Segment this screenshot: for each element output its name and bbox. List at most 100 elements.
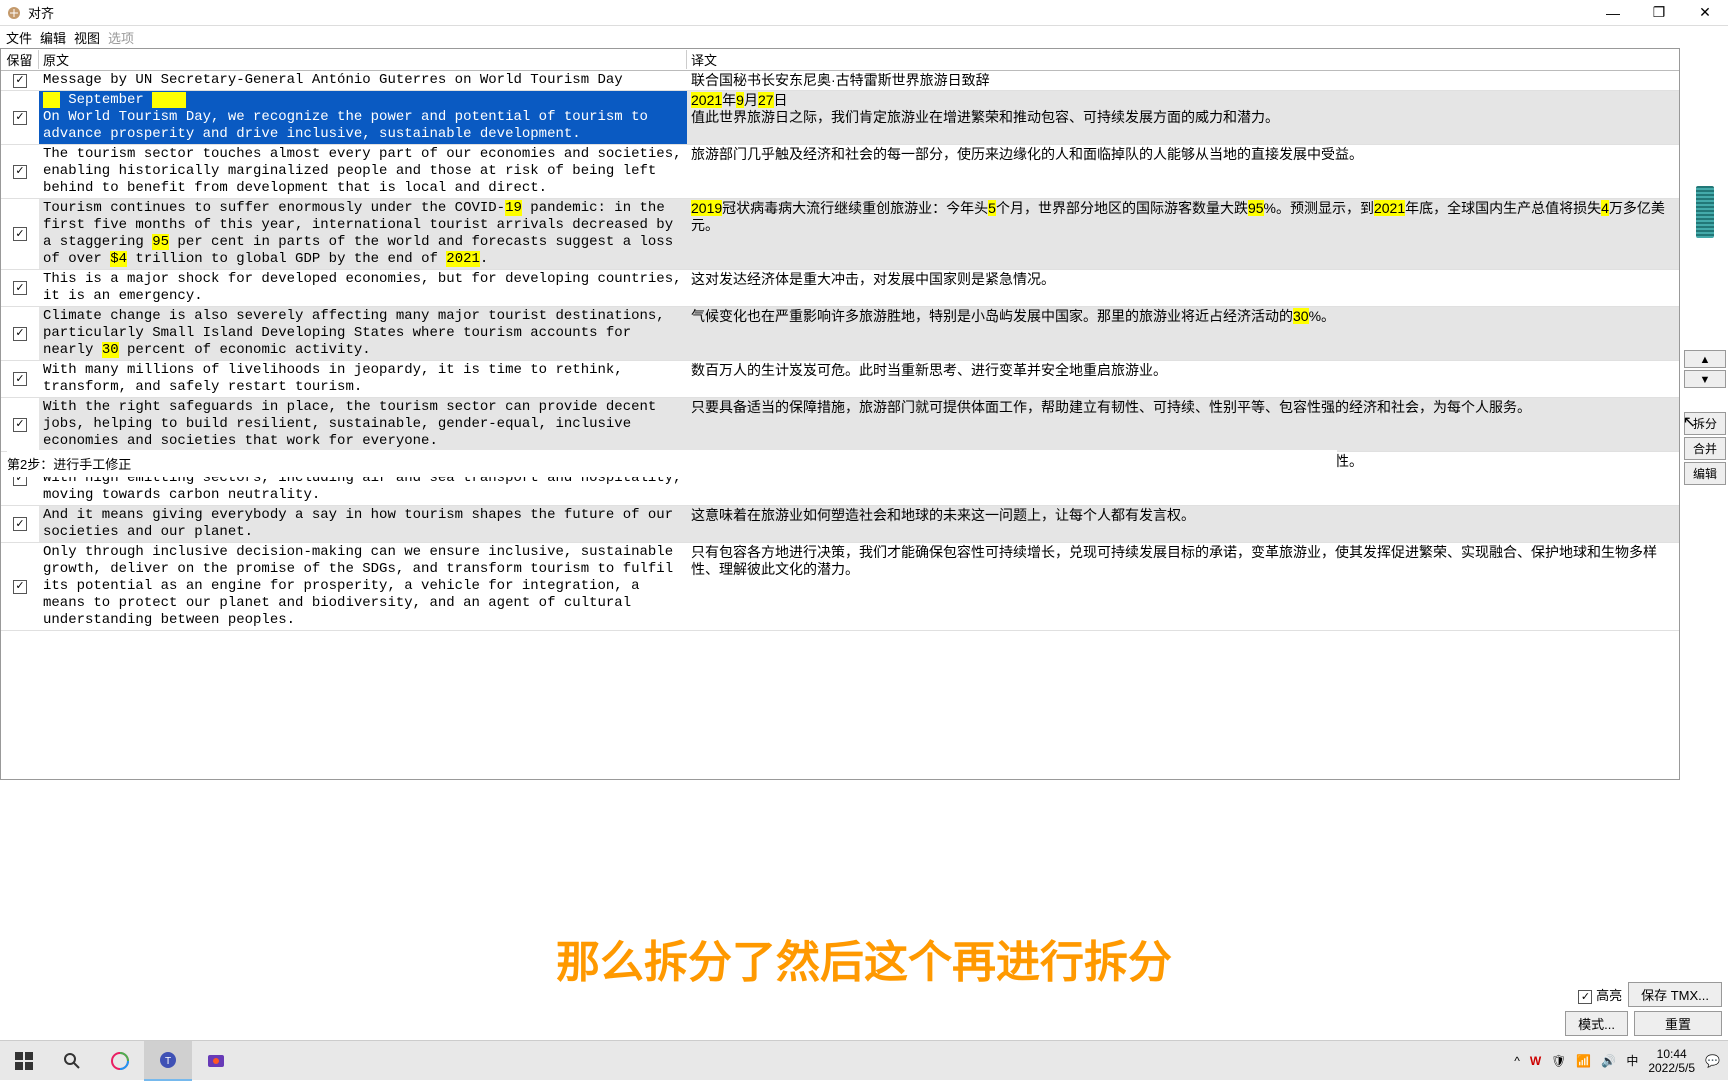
taskbar: T ^ W 🛡 📶 🔊 中 10:44 2022/5/5 💬 [0, 1040, 1728, 1080]
header-keep[interactable]: 保留 [1, 50, 39, 69]
highlight-span: 19 [505, 200, 522, 216]
source-cell[interactable]: Climate change is also severely affectin… [39, 307, 687, 360]
table-header: 保留 原文 译文 [1, 49, 1679, 71]
source-cell[interactable]: With many millions of livelihoods in jeo… [39, 361, 687, 397]
highlight-span: 27 [758, 92, 774, 108]
keep-checkbox[interactable]: ✓ [1, 398, 39, 451]
table-body: ✓Message by UN Secretary-General António… [1, 71, 1679, 779]
target-cell[interactable]: 这对发达经济体是重大冲击，对发展中国家则是紧急情况。 [687, 270, 1679, 306]
system-tray: ^ W 🛡 📶 🔊 中 10:44 2022/5/5 💬 [1514, 1047, 1728, 1075]
target-cell[interactable]: 气候变化也在严重影响许多旅游胜地，特别是小岛屿发展中国家。那里的旅游业将近占经济… [687, 307, 1679, 360]
bottom-controls: ✓ 高亮 保存 TMX... 模式... 重置 [1565, 982, 1722, 1036]
highlight-span: 2021 [691, 92, 722, 108]
taskbar-app-1[interactable] [96, 1041, 144, 1081]
svg-text:T: T [165, 1056, 171, 1067]
target-cell[interactable]: 这意味着在旅游业如何塑造社会和地球的未来这一问题上，让每个人都有发言权。 [687, 506, 1679, 542]
keep-checkbox[interactable]: ✓ [1, 543, 39, 630]
tray-wifi-icon[interactable]: 📶 [1576, 1054, 1591, 1068]
highlight-span: 95 [1248, 200, 1264, 216]
target-cell[interactable]: 只有包容各方地进行决策，我们才能确保包容性可持续增长，兑现可持续发展目标的承诺，… [687, 543, 1679, 630]
table-row[interactable]: ✓Only through inclusive decision-making … [1, 543, 1679, 631]
keep-checkbox[interactable]: ✓ [1, 307, 39, 360]
menu-file[interactable]: 文件 [4, 28, 34, 47]
maximize-button[interactable]: ❐ [1636, 0, 1682, 26]
menu-options[interactable]: 选项 [106, 28, 136, 47]
table-row[interactable]: ✓The tourism sector touches almost every… [1, 145, 1679, 199]
highlight-span [152, 92, 186, 108]
keep-checkbox[interactable]: ✓ [1, 199, 39, 269]
tray-notifications-icon[interactable]: 💬 [1705, 1054, 1720, 1068]
highlight-span: 95 [152, 234, 169, 250]
table-row[interactable]: ✓This is a major shock for developed eco… [1, 270, 1679, 307]
menu-edit[interactable]: 编辑 [38, 28, 68, 47]
table-row[interactable]: ✓Message by UN Secretary-General António… [1, 71, 1679, 91]
minimize-button[interactable]: — [1590, 0, 1636, 26]
target-cell[interactable]: 2021年9月27日值此世界旅游日之际，我们肯定旅游业在增进繁荣和推动包容、可持… [687, 91, 1679, 144]
tray-volume-icon[interactable]: 🔊 [1601, 1054, 1616, 1068]
source-cell[interactable]: This is a major shock for developed econ… [39, 270, 687, 306]
menu-view[interactable]: 视图 [72, 28, 102, 47]
table-row[interactable]: ✓Tourism continues to suffer enormously … [1, 199, 1679, 270]
table-row[interactable]: ✓Climate change is also severely affecti… [1, 307, 1679, 361]
start-button[interactable] [0, 1041, 48, 1081]
target-cell[interactable]: 只要具备适当的保障措施，旅游部门就可提供体面工作，帮助建立有韧性、可持续、性别平… [687, 398, 1679, 451]
source-cell[interactable]: September On World Tourism Day, we recog… [39, 91, 687, 144]
merge-button[interactable]: 合并 [1684, 437, 1726, 460]
reset-button[interactable]: 重置 [1634, 1011, 1722, 1036]
target-cell[interactable]: 旅游部门几乎触及经济和社会的每一部分，使历来边缘化的人和面临掉队的人能够从当地的… [687, 145, 1679, 198]
keep-checkbox[interactable]: ✓ [1, 506, 39, 542]
scroll-grip-icon[interactable] [1696, 186, 1714, 238]
close-button[interactable]: ✕ [1682, 0, 1728, 26]
tray-ime[interactable]: 中 [1626, 1052, 1638, 1069]
step-label: 第2步：进行手工修正 [7, 450, 1337, 477]
keep-checkbox[interactable]: ✓ [1, 270, 39, 306]
source-cell[interactable]: Tourism continues to suffer enormously u… [39, 199, 687, 269]
highlight-span: 2019 [691, 200, 722, 216]
keep-checkbox[interactable]: ✓ [1, 71, 39, 90]
tray-app-icon[interactable]: W [1530, 1054, 1541, 1068]
header-source[interactable]: 原文 [39, 50, 687, 69]
search-icon[interactable] [48, 1041, 96, 1081]
target-cell[interactable]: 联合国秘书长安东尼奥·古特雷斯世界旅游日致辞 [687, 71, 1679, 90]
source-cell[interactable]: And it means giving everybody a say in h… [39, 506, 687, 542]
table-row[interactable]: ✓And it means giving everybody a say in … [1, 506, 1679, 543]
tray-chevron-icon[interactable]: ^ [1514, 1054, 1520, 1068]
video-caption: 那么拆分了然后这个再进行拆分 [0, 926, 1728, 990]
highlight-span: 30 [102, 342, 119, 358]
highlight-checkbox[interactable]: ✓ 高亮 [1578, 985, 1622, 1005]
highlight-span: 2021 [446, 251, 480, 267]
split-button[interactable]: 拆分 [1684, 412, 1726, 435]
title-bar: 对齐 — ❐ ✕ [0, 0, 1728, 26]
move-down-button[interactable]: ▼ [1684, 370, 1726, 388]
alignment-table: 保留 原文 译文 ✓Message by UN Secretary-Genera… [0, 48, 1680, 780]
tray-security-icon[interactable]: 🛡 [1551, 1054, 1566, 1068]
source-cell[interactable]: Only through inclusive decision-making c… [39, 543, 687, 630]
source-cell[interactable]: The tourism sector touches almost every … [39, 145, 687, 198]
highlight-span: 2021 [1374, 200, 1405, 216]
table-row[interactable]: ✓With the right safeguards in place, the… [1, 398, 1679, 452]
target-cell[interactable]: 2019冠状病毒病大流行继续重创旅游业：今年头5个月，世界部分地区的国际游客数量… [687, 199, 1679, 269]
app-icon [4, 3, 24, 23]
keep-checkbox[interactable]: ✓ [1, 145, 39, 198]
target-cell[interactable]: 数百万人的生计岌岌可危。此时当重新思考、进行变革并安全地重启旅游业。 [687, 361, 1679, 397]
mode-button[interactable]: 模式... [1565, 1011, 1628, 1036]
save-tmx-button[interactable]: 保存 TMX... [1628, 982, 1722, 1007]
highlight-span: 30 [1293, 308, 1309, 324]
header-target[interactable]: 译文 [687, 50, 1679, 69]
move-up-button[interactable]: ▲ [1684, 350, 1726, 368]
source-cell[interactable]: Message by UN Secretary-General António … [39, 71, 687, 90]
highlight-span: 5 [988, 200, 996, 216]
keep-checkbox[interactable]: ✓ [1, 361, 39, 397]
taskbar-app-2-active[interactable]: T [144, 1041, 192, 1081]
window-title: 对齐 [28, 3, 54, 22]
tray-clock[interactable]: 10:44 2022/5/5 [1648, 1047, 1695, 1075]
keep-checkbox[interactable]: ✓ [1, 91, 39, 144]
table-row[interactable]: ✓With many millions of livelihoods in je… [1, 361, 1679, 398]
scroll-grip-area [1684, 186, 1726, 238]
highlight-span: $4 [110, 251, 127, 267]
table-row[interactable]: ✓ September On World Tourism Day, we rec… [1, 91, 1679, 145]
edit-button[interactable]: 编辑 [1684, 462, 1726, 485]
source-cell[interactable]: With the right safeguards in place, the … [39, 398, 687, 451]
side-toolbar: ▲ ▼ 拆分 合并 编辑 [1684, 350, 1726, 485]
taskbar-app-3[interactable] [192, 1041, 240, 1081]
